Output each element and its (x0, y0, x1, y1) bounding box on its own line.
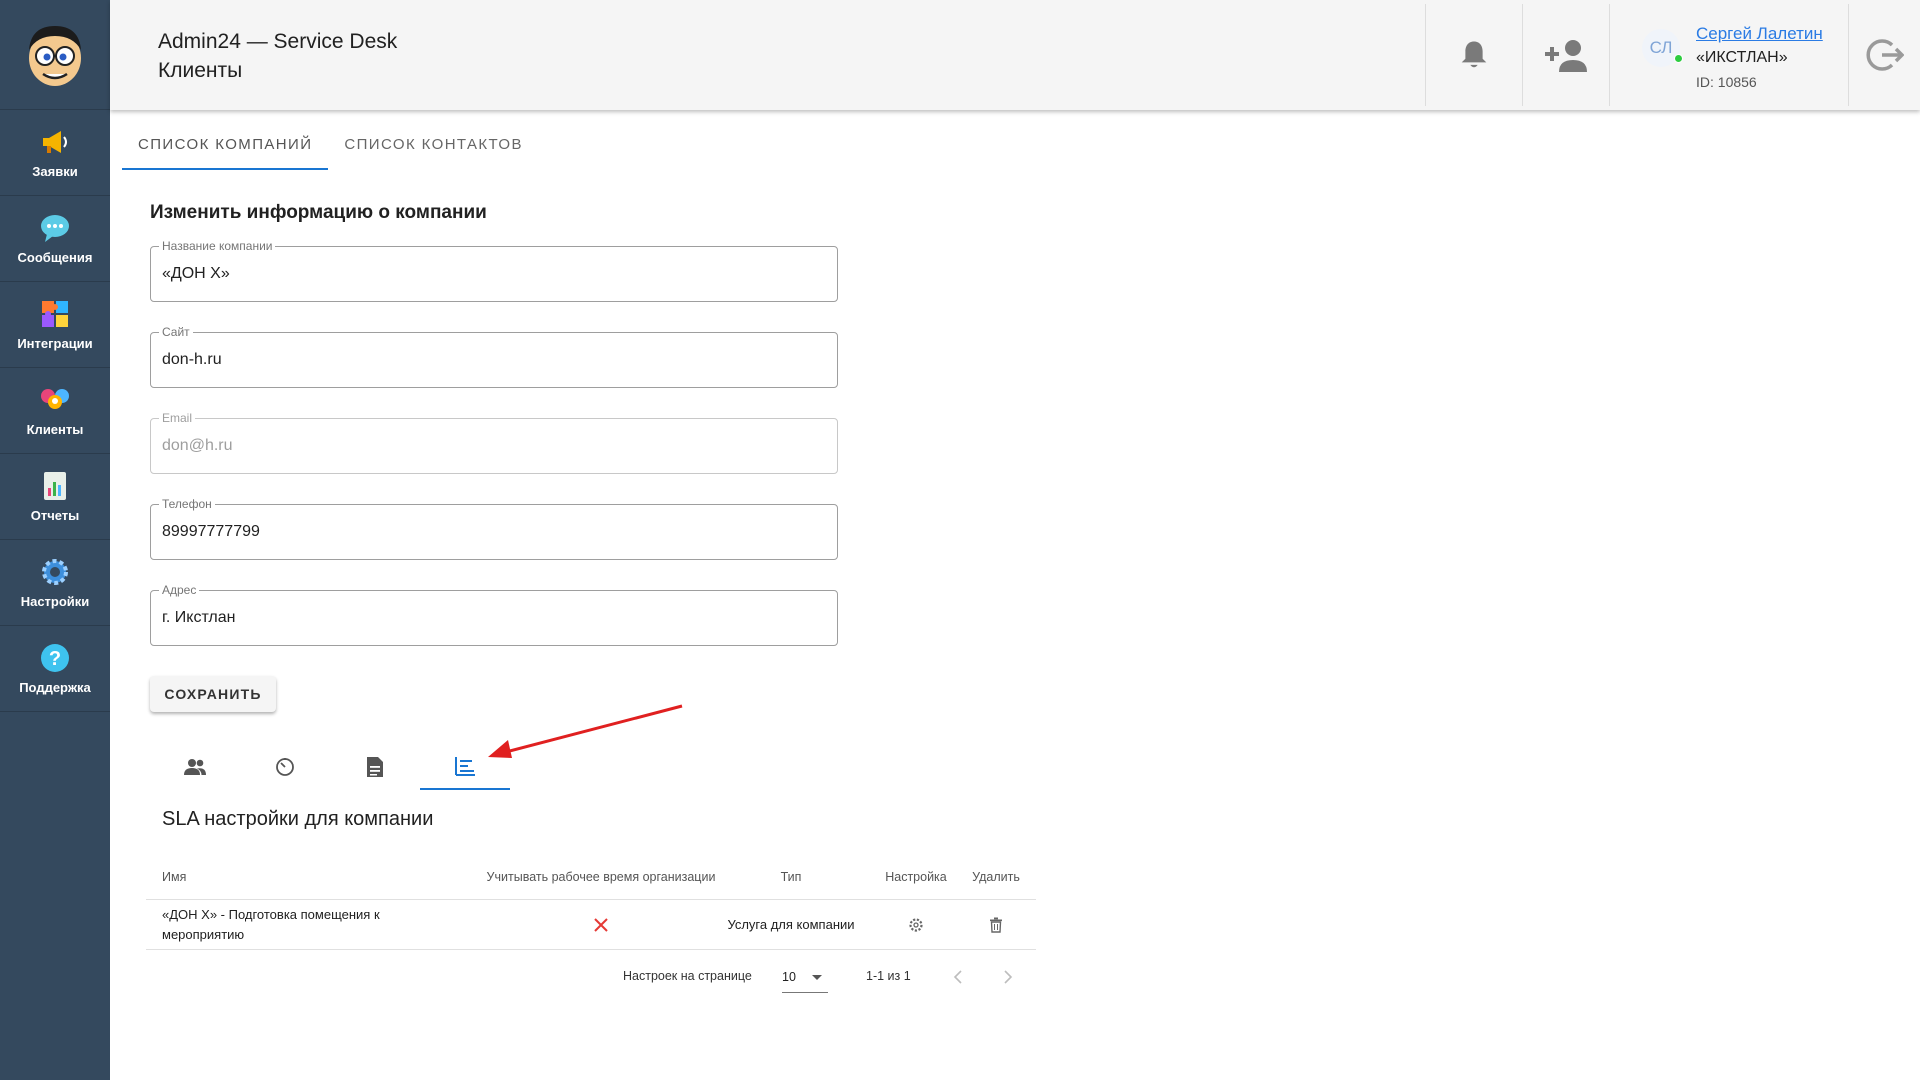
email-field: Email (150, 411, 838, 474)
rows-per-page-label: Настроек на странице (623, 969, 752, 983)
tab-company-list[interactable]: СПИСОК КОМПАНИЙ (122, 130, 329, 170)
user-profile: СЛ Сергей Лалетин «ИКСТЛАН» ID: 10856 (1609, 4, 1848, 106)
rows-per-page-select[interactable]: 10 (782, 961, 828, 993)
rows-per-page-value: 10 (782, 970, 796, 984)
table-pagination: Настроек на странице 10 1-1 из 1 (146, 955, 1036, 1001)
save-button[interactable]: СОХРАНИТЬ (150, 676, 276, 712)
email-input (162, 419, 822, 473)
website-input[interactable] (162, 333, 822, 387)
phone-field: Телефон (150, 497, 838, 560)
column-header-work-time: Учитывать рабочее время организации (486, 869, 716, 884)
header: Admin24 — Service Desk Клиенты СЛ Сергей… (110, 0, 1920, 110)
logout-icon (1865, 39, 1904, 71)
chat-bubble-icon (39, 212, 71, 244)
sidebar-item-label: Интеграции (17, 336, 93, 351)
sidebar-item-label: Заявки (32, 164, 78, 179)
tab-contacts[interactable] (150, 744, 240, 790)
sidebar: Заявки Сообщения Интеграции Клиенты Отче… (0, 0, 110, 1080)
chevron-right-icon (1004, 970, 1013, 984)
column-header-settings: Настройка (885, 869, 947, 884)
sidebar-item-label: Сообщения (17, 250, 93, 265)
tab-documents[interactable] (330, 744, 420, 790)
sidebar-item-integrations[interactable]: Интеграции (0, 282, 110, 368)
phone-input[interactable] (162, 505, 822, 559)
notifications-button[interactable] (1425, 4, 1522, 106)
add-user-icon (1545, 40, 1587, 72)
website-field: Сайт (150, 325, 838, 388)
bell-icon (1461, 41, 1487, 68)
address-input[interactable] (162, 591, 822, 645)
gear-icon (39, 556, 71, 588)
table-row: «ДОН Х» - Подготовка помещения к меропри… (146, 900, 1036, 950)
sla-table: Имя Учитывать рабочее время организации … (146, 854, 1036, 950)
sidebar-item-label: Настройки (20, 594, 90, 609)
user-id: ID: 10856 (1696, 74, 1757, 90)
contacts-icon (184, 759, 206, 775)
address-field: Адрес (150, 583, 838, 646)
sidebar-item-label: Отчеты (30, 508, 80, 523)
sla-list-icon (455, 757, 475, 776)
page-title: Клиенты (158, 59, 243, 82)
company-detail-tabs (150, 744, 510, 790)
megaphone-icon (39, 126, 71, 158)
user-organization: «ИКСТЛАН» (1696, 49, 1788, 66)
company-name-input[interactable] (162, 247, 822, 301)
logo[interactable] (0, 0, 110, 110)
report-chart-icon (39, 470, 71, 502)
add-user-button[interactable] (1522, 4, 1609, 106)
work-time-status (486, 900, 716, 949)
chevron-down-icon (812, 975, 822, 980)
question-icon: ? (39, 642, 71, 674)
timer-icon (276, 758, 294, 776)
people-icon (39, 384, 71, 416)
close-icon (594, 917, 608, 932)
prev-page-button[interactable] (946, 965, 970, 989)
sla-settings-button[interactable] (866, 900, 966, 949)
trash-icon (990, 917, 1002, 933)
form-title: Изменить информацию о компании (150, 202, 487, 223)
sidebar-item-clients[interactable]: Клиенты (0, 368, 110, 454)
sidebar-item-support[interactable]: ? Поддержка (0, 626, 110, 712)
page-range: 1-1 из 1 (866, 969, 911, 983)
column-header-name[interactable]: Имя (162, 854, 462, 899)
annotation-arrow-icon (488, 704, 683, 758)
puzzle-icon (39, 298, 71, 330)
next-page-button[interactable] (996, 965, 1020, 989)
tab-contact-list[interactable]: СПИСОК КОНТАКТОВ (328, 130, 539, 170)
chevron-left-icon (953, 970, 962, 984)
svg-text:?: ? (49, 648, 61, 670)
logout-button[interactable] (1848, 4, 1920, 106)
app-title: Admin24 — Service Desk (158, 30, 398, 53)
sidebar-item-settings[interactable]: Настройки (0, 540, 110, 626)
table-header: Имя Учитывать рабочее время организации … (146, 854, 1036, 900)
company-name-field: Название компании (150, 239, 838, 302)
gear-icon (909, 917, 923, 932)
sidebar-item-label: Клиенты (26, 422, 84, 437)
sidebar-item-requests[interactable]: Заявки (0, 110, 110, 196)
sidebar-item-label: Поддержка (19, 680, 91, 695)
column-header-type: Тип (780, 869, 802, 884)
document-icon (367, 757, 383, 777)
sla-delete-button[interactable] (966, 900, 1026, 949)
user-name-link[interactable]: Сергей Лалетин (1696, 24, 1823, 44)
sidebar-item-reports[interactable]: Отчеты (0, 454, 110, 540)
sidebar-item-messages[interactable]: Сообщения (0, 196, 110, 282)
sla-name: «ДОН Х» - Подготовка помещения к меропри… (162, 906, 380, 942)
column-header-delete: Удалить (972, 869, 1020, 884)
online-status-icon (1674, 54, 1683, 63)
sla-title: SLA настройки для компании (162, 808, 434, 830)
cartoon-face-logo-icon (29, 25, 81, 86)
company-tabs: СПИСОК КОМПАНИЙ СПИСОК КОНТАКТОВ (122, 130, 539, 170)
sla-type: Услуга для компании (727, 916, 855, 932)
tab-timers[interactable] (240, 744, 330, 790)
